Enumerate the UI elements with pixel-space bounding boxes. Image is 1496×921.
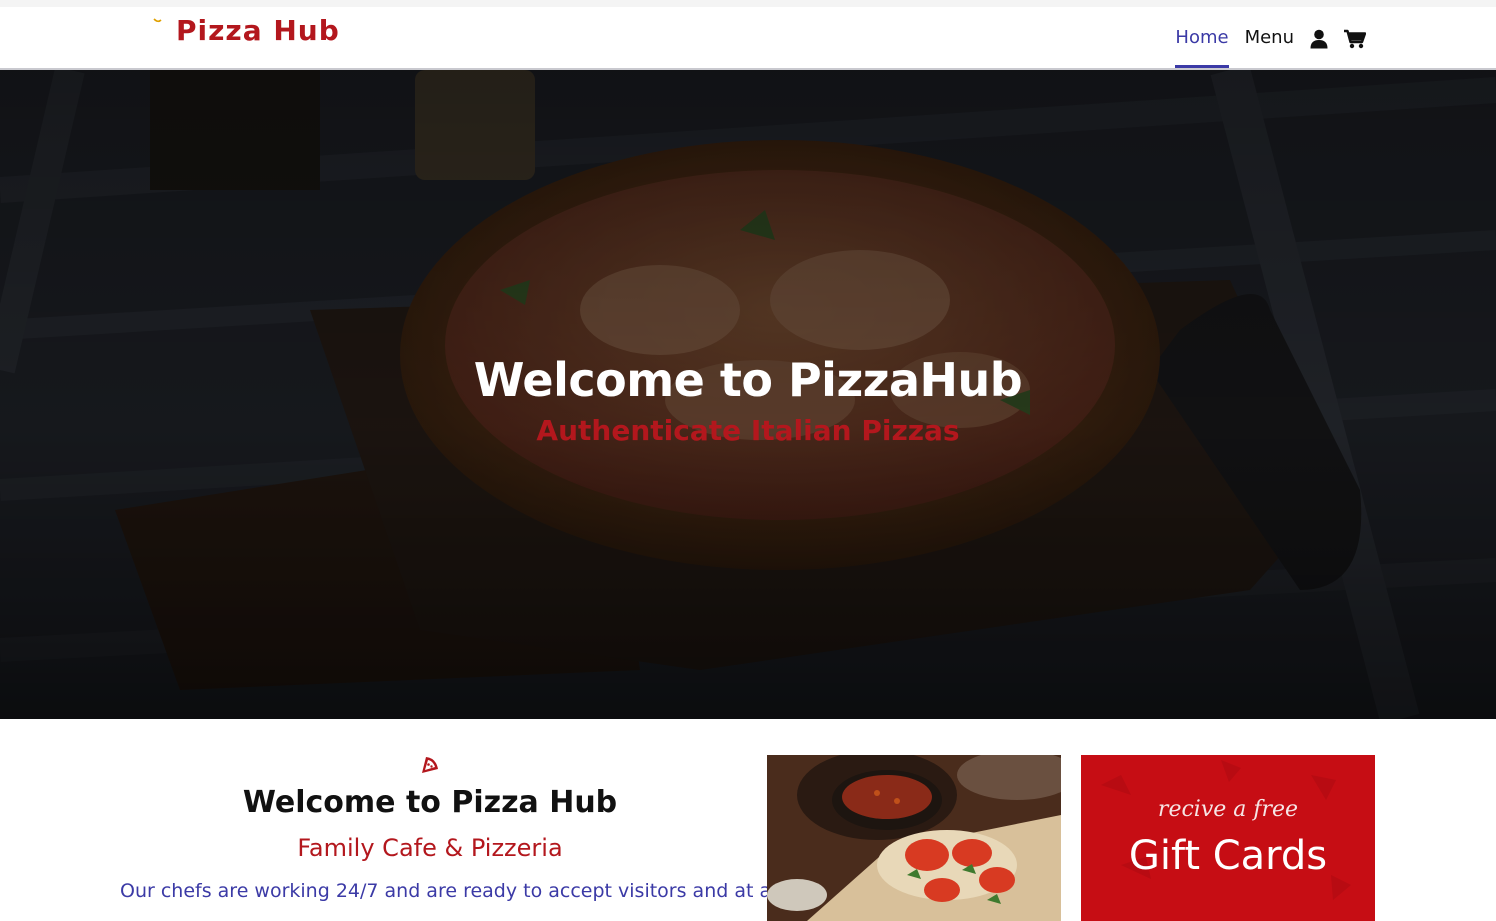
hero-banner: Welcome to PizzaHub Authenticate Italian… (0, 70, 1496, 719)
nav-link-home[interactable]: Home (1175, 7, 1229, 68)
moon-icon (153, 18, 162, 23)
navbar: Pizza Hub Home Menu (0, 0, 1496, 70)
brand-name: Pizza Hub (176, 14, 340, 47)
main-nav: Home Menu (1159, 7, 1366, 68)
pizza-slice-icon (422, 757, 438, 773)
about-section: Welcome to Pizza Hub Family Cafe & Pizze… (120, 755, 795, 902)
gift-card-small-text: recive a free (1157, 797, 1299, 822)
hero-title: Welcome to PizzaHub (473, 353, 1023, 407)
hero-subtitle: Authenticate Italian Pizzas (536, 414, 960, 447)
brand-logo[interactable]: Pizza Hub (152, 13, 340, 57)
food-promo-image[interactable] (767, 755, 1061, 921)
about-title: Welcome to Pizza Hub (242, 785, 618, 820)
user-icon[interactable] (1310, 7, 1328, 68)
nav-link-menu[interactable]: Menu (1245, 7, 1294, 68)
gift-card-title: Gift Cards (1128, 833, 1328, 879)
cart-icon[interactable] (1344, 7, 1366, 68)
about-text: Our chefs are working 24/7 and are ready… (120, 880, 795, 902)
gift-card-promo[interactable]: recive a free Gift Cards (1081, 755, 1375, 921)
about-subtitle: Family Cafe & Pizzeria (297, 834, 563, 862)
